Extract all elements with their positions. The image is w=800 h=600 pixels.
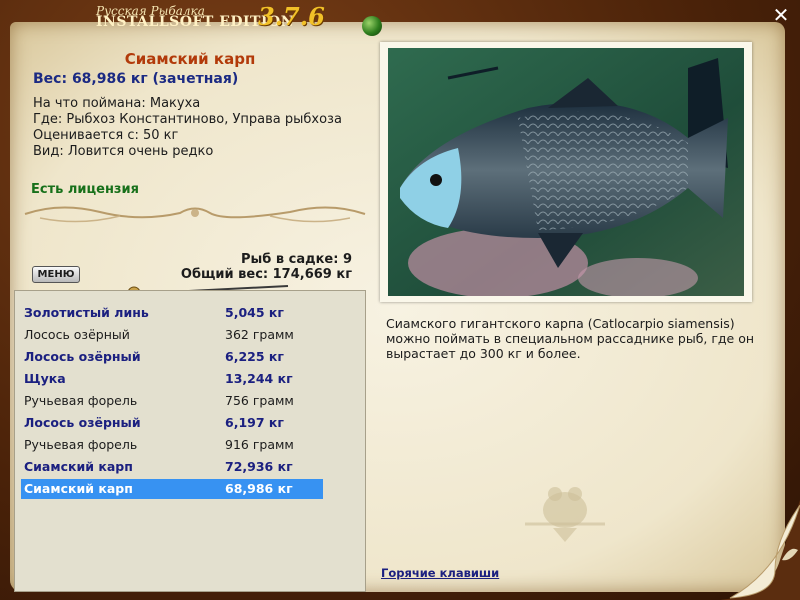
catch-row[interactable]: Щука 13,244 кг	[21, 369, 323, 389]
keepnet-summary: Рыб в садке: 9 Общий вес: 174,669 кг	[181, 252, 352, 282]
catch-fish-name: Сиамский карп	[24, 459, 133, 474]
catch-row[interactable]: Лосось озёрный 6,225 кг	[21, 347, 323, 367]
fish-photo	[388, 48, 744, 296]
license-status: Есть лицензия	[31, 182, 139, 197]
catch-fish-weight: 13,244 кг	[225, 371, 293, 386]
catch-fish-weight: 6,225 кг	[225, 349, 284, 364]
catch-row[interactable]: Ручьевая форель 916 грамм	[21, 435, 323, 455]
catch-list: Золотистый линь 5,045 кг Лосось озёрный 362…	[14, 290, 366, 592]
catch-fish-name: Лосось озёрный	[24, 327, 130, 342]
page-curl-decoration	[720, 500, 800, 600]
menu-button[interactable]: МЕНЮ	[32, 266, 80, 283]
fish-species-note: Вид: Ловится очень редко	[33, 144, 214, 159]
catch-fish-name: Лосось озёрный	[24, 349, 141, 364]
catch-row[interactable]: Лосось озёрный 6,197 кг	[21, 413, 323, 433]
fish-location: Где: Рыбхоз Константиново, Управа рыбхоз…	[33, 112, 342, 127]
fish-weight: Вес: 68,986 кг (зачетная)	[33, 71, 239, 87]
catch-row[interactable]: Золотистый линь 5,045 кг	[21, 303, 323, 323]
catch-fish-name: Щука	[24, 371, 66, 386]
game-version: 3.7.6	[258, 2, 325, 31]
green-ball-icon	[362, 16, 382, 36]
catch-fish-weight: 916 грамм	[225, 437, 294, 452]
close-button[interactable]: ✕	[770, 4, 792, 26]
catch-fish-weight: 6,197 кг	[225, 415, 284, 430]
catch-row[interactable]: Сиамский карп 68,986 кг	[21, 479, 323, 499]
catch-fish-name: Ручьевая форель	[24, 437, 138, 452]
catch-fish-weight: 5,045 кг	[225, 305, 284, 320]
fish-photo-frame	[380, 42, 752, 302]
ornament-divider	[24, 206, 366, 223]
keepnet-count: Рыб в садке: 9	[240, 252, 352, 267]
fish-rated-from: Оценивается с: 50 кг	[33, 128, 179, 143]
fish-bait: На что поймана: Макуха	[33, 96, 201, 111]
catch-fish-weight: 72,936 кг	[225, 459, 293, 474]
catch-fish-name: Золотистый линь	[24, 305, 149, 320]
catch-fish-weight: 756 грамм	[225, 393, 294, 408]
catch-row[interactable]: Ручьевая форель 756 грамм	[21, 391, 323, 411]
fisherman-watermark-icon	[525, 487, 605, 542]
catch-row[interactable]: Сиамский карп 72,936 кг	[21, 457, 323, 477]
catch-fish-name: Сиамский карп	[24, 481, 133, 496]
catch-fish-name: Лосось озёрный	[24, 415, 141, 430]
catch-fish-weight: 68,986 кг	[225, 481, 293, 496]
fish-title: Сиамский карп	[124, 50, 256, 68]
hotkeys-link[interactable]: Горячие клавиши	[381, 566, 499, 580]
catch-fish-name: Ручьевая форель	[24, 393, 138, 408]
fish-description: Сиамского гигантского карпа (Catlocarpio…	[386, 316, 755, 361]
catch-row[interactable]: Лосось озёрный 362 грамм	[21, 325, 323, 345]
catch-fish-weight: 362 грамм	[225, 327, 294, 342]
